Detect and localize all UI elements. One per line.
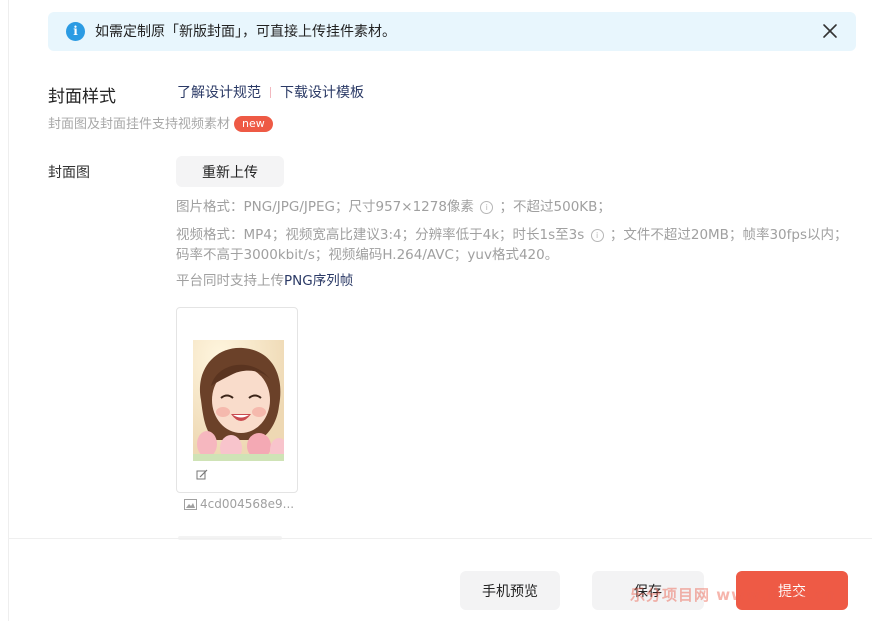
- image-spec-size: ；不超过500KB；: [499, 199, 611, 215]
- video-format-spec: 视频格式：MP4；视频宽高比建议3:4；分辨率低于4k；时长1s至3s i ；文…: [176, 225, 856, 265]
- submit-button[interactable]: 提交: [736, 571, 848, 610]
- file-name: 4cd004568e9...: [200, 497, 295, 511]
- portrait-illustration: [193, 340, 284, 461]
- design-links: 了解设计规范 下载设计模板: [177, 82, 364, 102]
- file-name-row: 4cd004568e9...: [184, 497, 294, 511]
- cover-thumbnail-image: [193, 340, 284, 461]
- reupload-button[interactable]: 重新上传: [176, 156, 284, 187]
- cover-thumbnail-card[interactable]: [176, 307, 298, 493]
- save-button[interactable]: 保存: [592, 571, 704, 610]
- footer-divider: [8, 538, 872, 539]
- cover-style-title: 封面样式: [48, 87, 116, 107]
- subtitle-text: 封面图及封面挂件支持视频素材: [48, 117, 231, 132]
- image-format-spec: 图片格式：PNG/JPG/JPEG；尺寸957×1278像素 i ；不超过500…: [176, 197, 856, 217]
- png-sequence-link[interactable]: PNG序列帧: [284, 273, 353, 289]
- notice-banner: i 如需定制原「新版封面」，可直接上传挂件素材。: [48, 12, 856, 51]
- close-icon[interactable]: [822, 23, 838, 39]
- edit-icon[interactable]: [196, 469, 208, 481]
- new-badge: new: [234, 116, 273, 132]
- png-sequence-spec: 平台同时支持上传PNG序列帧: [176, 271, 856, 291]
- image-file-icon: [184, 499, 197, 510]
- info-circle-icon[interactable]: i: [480, 201, 494, 214]
- notice-text: 如需定制原「新版封面」，可直接上传挂件素材。: [95, 24, 396, 40]
- cover-image-label: 封面图: [48, 165, 90, 181]
- design-guide-link[interactable]: 了解设计规范: [177, 82, 261, 102]
- info-circle-icon[interactable]: i: [590, 229, 604, 242]
- mobile-preview-button[interactable]: 手机预览: [460, 571, 560, 610]
- image-spec-text: 图片格式：PNG/JPG/JPEG；尺寸957×1278像素: [176, 199, 474, 215]
- download-template-link[interactable]: 下载设计模板: [280, 82, 364, 102]
- left-border: [8, 0, 9, 621]
- video-spec-text: 视频格式：MP4；视频宽高比建议3:4；分辨率低于4k；时长1s至3s: [176, 227, 585, 243]
- link-separator: [270, 87, 271, 98]
- info-icon: i: [66, 22, 85, 41]
- png-spec-prefix: 平台同时支持上传: [176, 273, 284, 289]
- cover-style-subtitle: 封面图及封面挂件支持视频素材 new: [48, 113, 273, 132]
